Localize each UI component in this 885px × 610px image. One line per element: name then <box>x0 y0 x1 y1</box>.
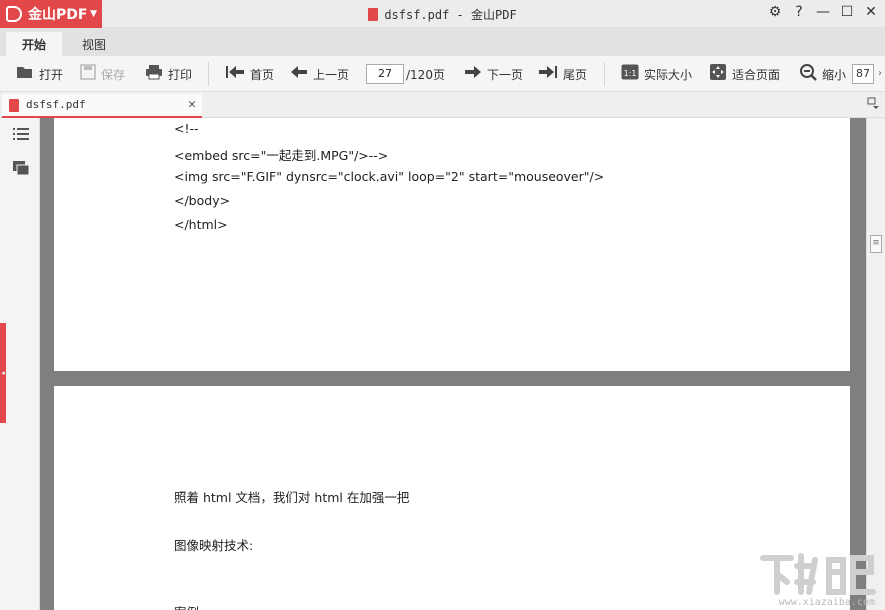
title-bar: 金山PDF ▼ dsfsf.pdf - 金山PDF ⚙ ? — ☐ ✕ <box>0 0 885 28</box>
toolbar-divider <box>604 62 605 86</box>
arrow-right-icon <box>464 65 482 83</box>
document-tab[interactable]: dsfsf.pdf ✕ <box>2 94 202 118</box>
menu-bar: 开始 视图 <box>0 28 885 56</box>
zoom-out-button[interactable]: 缩小 <box>799 63 847 85</box>
first-page-button[interactable]: 首页 <box>225 65 274 83</box>
folder-open-icon <box>16 65 34 83</box>
pdf-file-icon <box>9 99 19 112</box>
fit-page-icon <box>709 63 727 85</box>
total-pages: /120页 <box>406 67 445 82</box>
arrow-left-icon <box>290 65 308 83</box>
watermark-url: www.xiazaiba.com <box>778 597 875 608</box>
window-title: dsfsf.pdf - 金山PDF <box>0 6 885 23</box>
toolbar: 打开 保存 打印 首页 上一页 27 /120页 下一页 尾页 1:1 实际大小… <box>0 56 885 92</box>
save-label: 保存 <box>101 67 126 82</box>
svg-text:1:1: 1:1 <box>624 69 637 78</box>
first-page-label: 首页 <box>250 67 275 82</box>
print-button[interactable]: 打印 <box>145 65 192 83</box>
zoom-out-icon <box>799 63 817 85</box>
page-text-line: <embed src="一起走到.MPG"/>--> <box>174 148 389 163</box>
printer-icon <box>145 64 163 84</box>
toolbar-divider <box>208 62 209 86</box>
outline-list-icon[interactable] <box>12 126 30 142</box>
window-title-text: dsfsf.pdf - 金山PDF <box>384 8 517 22</box>
prev-page-button[interactable]: 上一页 <box>290 65 349 83</box>
document-tab-label: dsfsf.pdf <box>26 98 86 111</box>
last-page-button[interactable]: 尾页 <box>538 65 587 83</box>
document-tab-strip: dsfsf.pdf ✕ <box>0 92 885 118</box>
actual-size-icon: 1:1 <box>621 64 639 84</box>
save-button[interactable]: 保存 <box>80 64 126 84</box>
sidebar-collapse-handle[interactable]: ◂ <box>0 323 6 423</box>
open-button[interactable]: 打开 <box>16 65 63 83</box>
fit-page-button[interactable]: 适合页面 <box>709 63 781 85</box>
tab-list-icon[interactable] <box>867 97 879 112</box>
next-page-label: 下一页 <box>487 67 524 82</box>
page-text-line: </body> <box>174 193 231 208</box>
fit-page-label: 适合页面 <box>732 67 781 82</box>
page-text-line: 图像映射技术: <box>174 538 254 553</box>
page-number-input[interactable]: 27 <box>366 64 404 84</box>
actual-size-button[interactable]: 1:1 实际大小 <box>621 64 693 84</box>
open-label: 打开 <box>39 67 64 82</box>
document-viewer[interactable]: <!-- <embed src="一起走到.MPG"/>--> <img src… <box>40 118 866 610</box>
zoom-out-label: 缩小 <box>822 67 847 82</box>
window-controls: ⚙ ? — ☐ ✕ <box>767 4 879 20</box>
page-text-line: </html> <box>174 217 228 232</box>
settings-icon[interactable]: ⚙ <box>767 4 783 20</box>
last-page-label: 尾页 <box>563 67 588 82</box>
zoom-level-input[interactable]: 87 <box>852 64 874 84</box>
last-page-icon <box>538 65 558 83</box>
page-text-line: 案例: <box>174 602 203 610</box>
help-icon[interactable]: ? <box>791 4 807 20</box>
pdf-file-icon <box>368 8 379 21</box>
next-page-button[interactable]: 下一页 <box>464 65 523 83</box>
close-icon[interactable]: ✕ <box>188 97 196 112</box>
print-label: 打印 <box>168 67 193 82</box>
scrollbar-thumb[interactable]: ≡ <box>870 235 882 253</box>
tab-start[interactable]: 开始 <box>6 32 62 56</box>
vertical-scrollbar[interactable]: ≡ <box>866 118 885 610</box>
page-text-line: <!-- <box>174 121 199 136</box>
minimize-button[interactable]: — <box>815 4 831 20</box>
pdf-page: 照着 html 文档，我们对 html 在加强一把 图像映射技术: 案例: <box>54 386 850 610</box>
chevron-right-icon[interactable]: › <box>875 64 885 84</box>
page-text-line: 照着 html 文档，我们对 html 在加强一把 <box>174 490 410 505</box>
maximize-button[interactable]: ☐ <box>839 4 855 20</box>
save-icon <box>80 64 96 84</box>
actual-size-label: 实际大小 <box>644 67 693 82</box>
close-button[interactable]: ✕ <box>863 4 879 20</box>
tab-view[interactable]: 视图 <box>66 32 122 56</box>
prev-page-label: 上一页 <box>313 67 350 82</box>
page-text-line: <img src="F.GIF" dynsrc="clock.avi" loop… <box>174 169 605 184</box>
left-sidebar: ◂ <box>0 118 40 610</box>
pdf-page: <!-- <embed src="一起走到.MPG"/>--> <img src… <box>54 118 850 371</box>
first-page-icon <box>225 65 245 83</box>
thumbnails-icon[interactable] <box>12 160 30 176</box>
